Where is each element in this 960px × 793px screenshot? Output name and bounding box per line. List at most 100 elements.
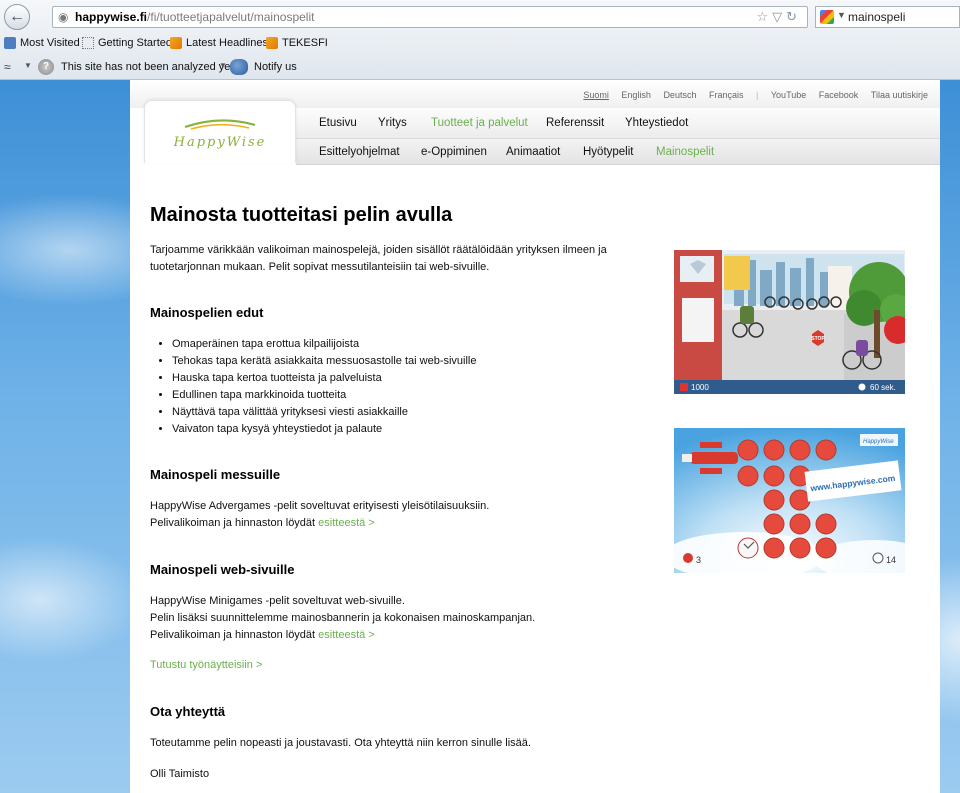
page-viewport: Suomi English Deutsch Français | YouTube… <box>0 80 960 793</box>
benefits-list: Omaperäinen tapa erottua kilpailijoista … <box>150 336 477 438</box>
memory-game-illustration: www.happywise.com HappyWise 3 14 <box>674 428 905 573</box>
nav-yritys[interactable]: Yritys <box>378 117 407 129</box>
search-bar[interactable]: ▼ mainospeli <box>815 6 960 28</box>
fair-line: HappyWise Advergames -pelit soveltuvat e… <box>150 500 490 512</box>
nav-tuotteet-ja-palvelut[interactable]: Tuotteet ja palvelut <box>431 117 528 129</box>
page-container: Suomi English Deutsch Français | YouTube… <box>130 80 940 793</box>
lang-deutsch-link[interactable]: Deutsch <box>663 90 696 100</box>
bookmark-label: Most Visited <box>20 37 80 49</box>
lang-english-link[interactable]: English <box>621 90 651 100</box>
address-bar-icons: ☆▽↻ <box>756 9 801 25</box>
wot-toolbar: ≈ ▼ ? This site has not been analyzed ye… <box>0 57 960 79</box>
wot-rating-icon[interactable]: ? <box>38 59 54 75</box>
contact-text: Toteutamme pelin nopeasti ja joustavasti… <box>150 737 531 749</box>
wot-dropdown-icon[interactable]: ▼ <box>219 61 227 70</box>
list-item: Tehokas tapa kerätä asiakkaita messuosas… <box>172 353 477 370</box>
youtube-link[interactable]: YouTube <box>771 90 806 100</box>
site-identity-icon[interactable]: ◉ <box>58 10 68 24</box>
lang-francais-link[interactable]: Français <box>709 90 744 100</box>
score-text: 1000 <box>691 383 709 392</box>
logo-swoosh-icon <box>184 119 256 130</box>
url-path: /fi/tuotteetjapalvelut/mainospelit <box>147 10 315 24</box>
nav-yhteystiedot[interactable]: Yhteystiedot <box>625 117 688 129</box>
search-engine-dropdown-icon[interactable]: ▼ <box>837 10 846 20</box>
right-counter: 14 <box>886 555 896 565</box>
web-brochure-link[interactable]: esitteestä > <box>318 629 375 641</box>
subnav-esittelyohjelmat[interactable]: Esittelyohjelmat <box>319 146 400 158</box>
benefits-heading: Mainospelien edut <box>150 305 264 320</box>
logo[interactable]: HappyWise <box>144 100 296 163</box>
dropdown-icon[interactable]: ▼ <box>24 61 32 70</box>
left-counter: 3 <box>696 555 701 565</box>
users-icon[interactable] <box>230 59 248 75</box>
reload-icon[interactable]: ↻ <box>786 9 801 24</box>
lang-suomi-link[interactable]: Suomi <box>583 90 609 100</box>
contact-name: Olli Taimisto <box>150 768 210 780</box>
signal-icon[interactable]: ≈ <box>4 60 11 74</box>
nav-referenssit[interactable]: Referenssit <box>546 117 604 129</box>
bicycle-game-illustration: STOP 1000 60 sek. <box>674 250 905 394</box>
bookmark-tekesfi[interactable]: TEKESFI <box>266 37 328 49</box>
list-item: Hauska tapa kertoa tuotteista ja palvelu… <box>172 370 477 387</box>
bookmark-latest-headlines[interactable]: Latest Headlines <box>170 37 268 49</box>
list-item: Vaivaton tapa kysyä yhteystiedot ja pala… <box>172 421 477 438</box>
fair-brochure-link[interactable]: esitteestä > <box>318 517 375 529</box>
most-visited-icon <box>4 37 16 49</box>
navigation-toolbar: ← ◉ happywise.fi/fi/tuotteetjapalvelut/m… <box>0 0 960 32</box>
game-brand-badge: HappyWise <box>863 439 894 445</box>
game-screenshot-memory[interactable]: www.happywise.com HappyWise 3 14 <box>674 428 905 573</box>
bookmark-label: Getting Started <box>98 37 172 49</box>
web-line: Pelivalikoiman ja hinnaston löydät esitt… <box>150 627 535 644</box>
notify-us-button[interactable]: Notify us <box>254 61 297 73</box>
game-screenshot-bicycle[interactable]: STOP 1000 60 sek. <box>674 250 905 394</box>
web-heading: Mainospeli web-sivuille <box>150 562 295 577</box>
fair-line-text: Pelivalikoiman ja hinnaston löydät <box>150 517 316 529</box>
list-item: Omaperäinen tapa erottua kilpailijoista <box>172 336 477 353</box>
stop-sign-text: STOP <box>811 336 825 342</box>
url-host: happywise.fi <box>75 10 148 24</box>
subnav-mainospelit[interactable]: Mainospelit <box>656 146 714 158</box>
facebook-link[interactable]: Facebook <box>819 90 859 100</box>
intro-paragraph: Tarjoamme värikkään valikoiman mainospel… <box>150 242 607 276</box>
subnav-e-oppiminen[interactable]: e-Oppiminen <box>421 146 487 158</box>
web-line: Pelin lisäksi suunnittelemme mainosbanne… <box>150 612 536 624</box>
search-input-value[interactable]: mainospeli <box>848 10 905 24</box>
fair-heading: Mainospeli messuille <box>150 467 281 482</box>
list-item: Näyttävä tapa välittää yrityksesi viesti… <box>172 404 477 421</box>
back-arrow-icon: ← <box>9 8 25 25</box>
subnav-hyotypelit[interactable]: Hyötypelit <box>583 146 634 158</box>
back-button[interactable]: ← <box>4 4 30 30</box>
web-paragraph: HappyWise Minigames -pelit soveltuvat we… <box>150 593 535 644</box>
bookmark-getting-started[interactable]: Getting Started <box>82 37 172 49</box>
nav-etusivu[interactable]: Etusivu <box>319 117 357 129</box>
main-navigation: Etusivu Yritys Tuotteet ja palvelut Refe… <box>296 108 940 139</box>
page-icon <box>82 37 94 49</box>
web-line-text: Pelivalikoiman ja hinnaston löydät <box>150 629 316 641</box>
fair-line: Pelivalikoiman ja hinnaston löydät esitt… <box>150 515 489 532</box>
intro-line: Tarjoamme värikkään valikoiman mainospel… <box>150 244 607 256</box>
newsletter-link[interactable]: Tilaa uutiskirje <box>871 90 928 100</box>
bookmark-most-visited[interactable]: Most Visited <box>4 37 80 49</box>
intro-line: tuotetarjonnan mukaan. Pelit sopivat mes… <box>150 261 490 273</box>
list-item: Edullinen tapa markkinoida tuotteita <box>172 387 477 404</box>
address-text: happywise.fi/fi/tuotteetjapalvelut/maino… <box>75 10 314 24</box>
bookmark-label: TEKESFI <box>282 37 328 49</box>
contact-heading: Ota yhteyttä <box>150 704 226 719</box>
browser-chrome: ← ◉ happywise.fi/fi/tuotteetjapalvelut/m… <box>0 0 960 80</box>
work-samples-link[interactable]: Tutustu työnäytteisiin > <box>150 657 262 674</box>
wot-status-text[interactable]: This site has not been analyzed yet <box>61 61 233 73</box>
bookmarks-toolbar: Most Visited Getting Started Latest Head… <box>0 34 960 54</box>
address-bar[interactable]: ◉ happywise.fi/fi/tuotteetjapalvelut/mai… <box>52 6 808 28</box>
logo-text: HappyWise <box>173 135 267 150</box>
history-dropdown-icon[interactable]: ▽ <box>772 9 786 24</box>
web-line: HappyWise Minigames -pelit soveltuvat we… <box>150 595 405 607</box>
google-search-icon[interactable] <box>820 10 834 24</box>
separator: | <box>756 90 759 100</box>
timer-text: 60 sek. <box>870 383 896 392</box>
page-title: Mainosta tuotteitasi pelin avulla <box>150 204 453 226</box>
bookmark-star-icon[interactable]: ☆ <box>756 9 772 24</box>
subnav-animaatiot[interactable]: Animaatiot <box>506 146 560 158</box>
rss-icon <box>170 37 182 49</box>
sub-navigation: Esittelyohjelmat e-Oppiminen Animaatiot … <box>296 139 940 165</box>
bookmark-label: Latest Headlines <box>186 37 268 49</box>
